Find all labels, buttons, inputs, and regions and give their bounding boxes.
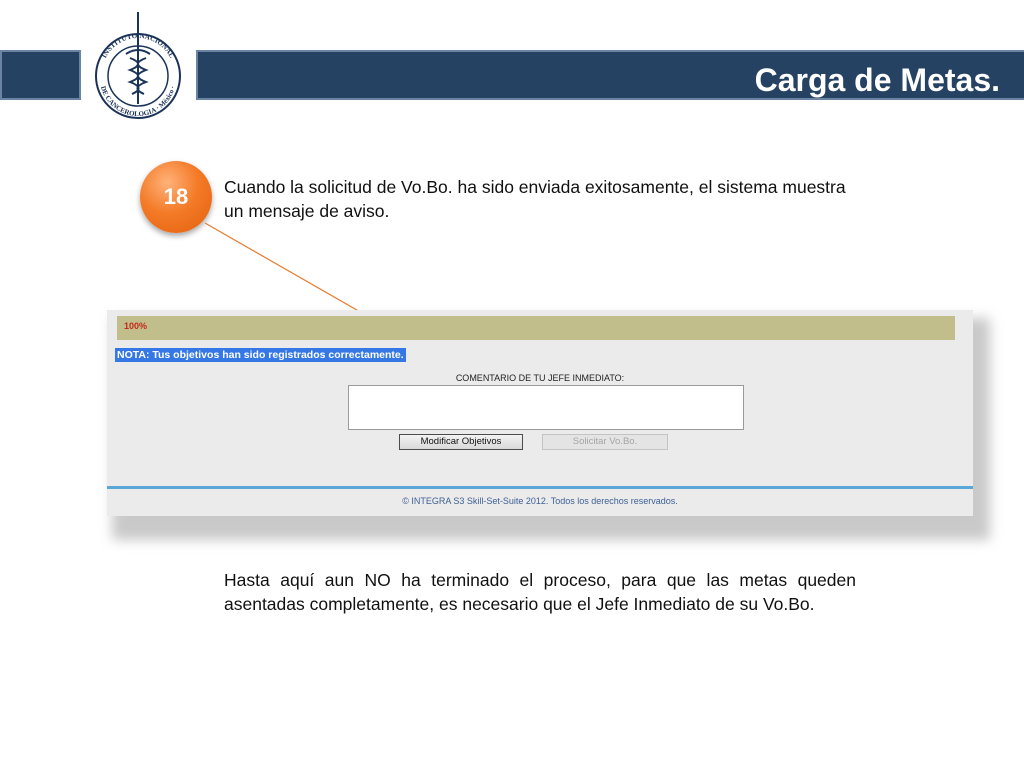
step-description: Cuando la solicitud de Vo.Bo. ha sido en…: [224, 177, 846, 221]
process-note: Hasta aquí aun NO ha terminado el proces…: [224, 570, 856, 614]
progress-label: 100%: [124, 321, 148, 331]
success-notice: NOTA: Tus objetivos han sido registrados…: [115, 348, 406, 362]
institution-logo: INSTITUTO NACIONAL DE CANCEROLOGIA · Méx…: [95, 12, 181, 119]
comment-label: COMENTARIO DE TU JEFE INMEDIATO:: [455, 373, 625, 383]
header-bar-left: [0, 50, 81, 100]
page-title: Carga de Metas.: [754, 62, 1000, 98]
progress-strip: 100%: [117, 316, 955, 340]
modify-objectives-button[interactable]: Modificar Objetivos: [399, 434, 523, 450]
header-bar: Carga de Metas.: [196, 50, 1024, 100]
footer-copyright: © INTEGRA S3 Skill-Set-Suite 2012. Todos…: [402, 496, 678, 506]
step-number-badge: 18: [140, 161, 212, 233]
footer-divider: [107, 486, 973, 489]
embedded-screenshot: 100% NOTA: Tus objetivos han sido regist…: [107, 310, 973, 516]
request-vobo-button[interactable]: Solicitar Vo.Bo.: [542, 434, 668, 450]
comment-textarea[interactable]: [348, 385, 744, 430]
